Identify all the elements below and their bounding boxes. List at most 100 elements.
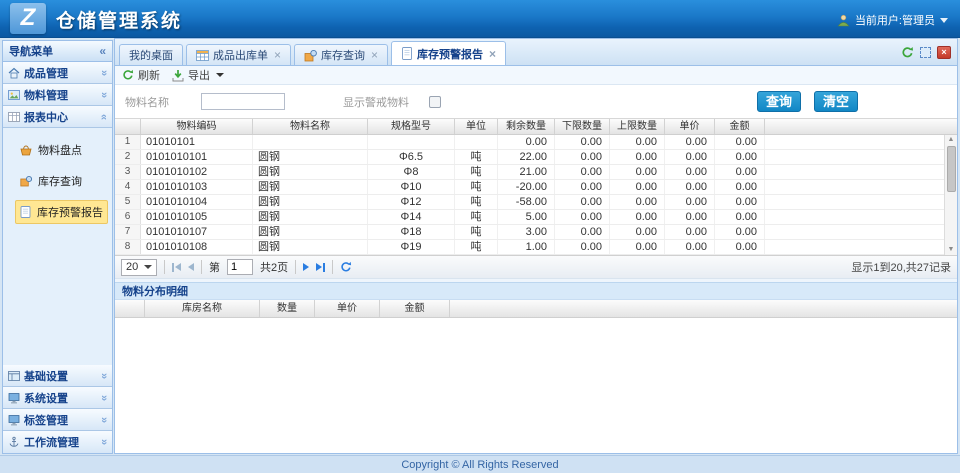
tab-inventory-alert-report[interactable]: 库存预警报告 × xyxy=(391,41,506,65)
sidebar-group-basic-settings[interactable]: 基础设置 » xyxy=(3,365,112,387)
row-number-cell: 5 xyxy=(115,195,141,209)
table-cell: 圆钢 xyxy=(253,210,368,224)
table-row[interactable]: 30101010102圆钢Φ8吨21.000.000.000.000.00 xyxy=(115,165,957,180)
column-header[interactable]: 数量 xyxy=(260,300,315,317)
table-cell: 吨 xyxy=(455,165,498,179)
export-button[interactable]: 导出 xyxy=(172,67,224,83)
main-table-rows: 1010101010.000.000.000.000.0020101010101… xyxy=(115,135,957,255)
sidebar-item-inventory-query[interactable]: 库存查询 xyxy=(15,169,108,193)
column-header[interactable]: 单价 xyxy=(665,119,715,134)
first-page-button[interactable] xyxy=(172,263,181,272)
table-cell: Φ6.5 xyxy=(368,150,455,164)
page-prefix-label: 第 xyxy=(209,259,220,275)
page-number-input[interactable] xyxy=(227,259,253,275)
prev-page-button[interactable] xyxy=(188,263,194,271)
sidebar-group-finished-products[interactable]: 成品管理 » xyxy=(3,62,112,84)
table-cell: 0.00 xyxy=(555,150,610,164)
sidebar-item-inventory-alert-report[interactable]: 库存预警报告 xyxy=(15,200,108,224)
detail-grid-header: 库房名称数量单价金额 xyxy=(115,300,957,318)
table-row[interactable]: 60101010105圆钢Φ14吨5.000.000.000.000.00 xyxy=(115,210,957,225)
scrollbar[interactable]: ▲ ▼ xyxy=(944,135,957,255)
grid-body: 1010101010.000.000.000.000.0020101010101… xyxy=(115,135,957,255)
show-alert-checkbox[interactable] xyxy=(429,96,441,108)
maximize-icon[interactable] xyxy=(920,47,931,58)
refresh-icon xyxy=(122,69,134,81)
row-number-cell: 4 xyxy=(115,180,141,194)
scrollbar-thumb[interactable] xyxy=(947,146,956,192)
header-filler xyxy=(450,300,957,317)
table-cell: 圆钢 xyxy=(253,225,368,239)
last-page-button[interactable] xyxy=(316,263,325,272)
row-number-cell: 6 xyxy=(115,210,141,224)
row-filler xyxy=(765,210,957,224)
export-label: 导出 xyxy=(188,67,210,83)
footer: Copyright © All Rights Reserved xyxy=(0,455,960,473)
table-row[interactable]: 50101010104圆钢Φ12吨-58.000.000.000.000.00 xyxy=(115,195,957,210)
column-header[interactable]: 物料名称 xyxy=(253,119,368,134)
tab-close-icon[interactable]: × xyxy=(371,49,378,61)
sidebar-collapse-icon[interactable]: « xyxy=(99,44,106,58)
column-header[interactable]: 单价 xyxy=(315,300,380,317)
clear-button[interactable]: 清空 xyxy=(814,91,858,112)
tab-close-icon[interactable]: × xyxy=(489,48,496,60)
table-cell: 吨 xyxy=(455,180,498,194)
user-icon xyxy=(837,14,850,27)
column-header[interactable]: 物料编码 xyxy=(141,119,253,134)
table-cell: 01010101 xyxy=(141,135,253,149)
refresh-tabs-icon[interactable] xyxy=(901,46,914,59)
column-header[interactable]: 库房名称 xyxy=(145,300,260,317)
tab-label: 库存预警报告 xyxy=(417,46,483,62)
table-cell: 0.00 xyxy=(555,225,610,239)
scroll-up-icon[interactable]: ▲ xyxy=(948,135,955,145)
page-size-select[interactable]: 20 xyxy=(121,259,157,276)
refresh-button[interactable]: 刷新 xyxy=(122,67,160,83)
table-row[interactable]: 1010101010.000.000.000.000.00 xyxy=(115,135,957,150)
table-row[interactable]: 80101010108圆钢Φ19吨1.000.000.000.000.00 xyxy=(115,240,957,255)
table-row[interactable]: 20101010101圆钢Φ6.5吨22.000.000.000.000.00 xyxy=(115,150,957,165)
detail-section-title: 物料分布明细 xyxy=(115,282,957,300)
row-number-header xyxy=(115,119,141,134)
sidebar-item-material-stocktake[interactable]: 物料盘点 xyxy=(15,138,108,162)
user-menu[interactable]: 当前用户:管理员 xyxy=(837,12,948,28)
column-header[interactable]: 下限数量 xyxy=(555,119,610,134)
sidebar-group-report-center[interactable]: 报表中心 » xyxy=(3,106,112,128)
table-cell: 0.00 xyxy=(665,135,715,149)
sidebar-group-system-settings[interactable]: 系统设置 » xyxy=(3,387,112,409)
group-label: 标签管理 xyxy=(24,412,68,428)
column-header[interactable]: 剩余数量 xyxy=(498,119,555,134)
group-label: 成品管理 xyxy=(24,65,68,81)
table-row[interactable]: 70101010107圆钢Φ18吨3.000.000.000.000.00 xyxy=(115,225,957,240)
column-header[interactable]: 金额 xyxy=(715,119,765,134)
column-header[interactable]: 规格型号 xyxy=(368,119,455,134)
column-header[interactable]: 单位 xyxy=(455,119,498,134)
pager-refresh-icon[interactable] xyxy=(340,261,352,273)
table-cell: 圆钢 xyxy=(253,150,368,164)
group-label: 系统设置 xyxy=(24,390,68,406)
tab-close-icon[interactable]: × xyxy=(274,49,281,61)
query-button[interactable]: 查询 xyxy=(757,91,801,112)
next-page-button[interactable] xyxy=(303,263,309,271)
sidebar-group-label-management[interactable]: 标签管理 » xyxy=(3,409,112,431)
row-filler xyxy=(765,180,957,194)
column-header[interactable]: 金额 xyxy=(380,300,450,317)
table-cell: Φ18 xyxy=(368,225,455,239)
item-label: 库存预警报告 xyxy=(37,204,103,220)
material-name-input[interactable] xyxy=(201,93,285,110)
inventory-grid: 物料编码物料名称规格型号单位剩余数量下限数量上限数量单价金额 101010101… xyxy=(115,118,957,255)
tab-finished-outbound[interactable]: 成品出库单 × xyxy=(186,44,291,65)
user-caret-icon xyxy=(940,18,948,23)
table-row[interactable]: 40101010103圆钢Φ10吨-20.000.000.000.000.00 xyxy=(115,180,957,195)
table-cell: 0.00 xyxy=(665,240,715,254)
table-cell: 0.00 xyxy=(610,150,665,164)
monitor-icon xyxy=(8,392,20,404)
page-size-caret-icon xyxy=(144,265,152,269)
sidebar-group-workflow-management[interactable]: 工作流管理 » xyxy=(3,431,112,453)
sidebar-group-materials[interactable]: 物料管理 » xyxy=(3,84,112,106)
export-icon xyxy=(172,69,184,82)
column-header[interactable]: 上限数量 xyxy=(610,119,665,134)
tab-my-desktop[interactable]: 我的桌面 xyxy=(119,44,183,65)
close-panel-icon[interactable]: × xyxy=(937,46,951,59)
basket-icon xyxy=(20,144,32,156)
scroll-down-icon[interactable]: ▼ xyxy=(948,245,955,255)
tab-inventory-query[interactable]: 库存查询 × xyxy=(294,44,388,65)
